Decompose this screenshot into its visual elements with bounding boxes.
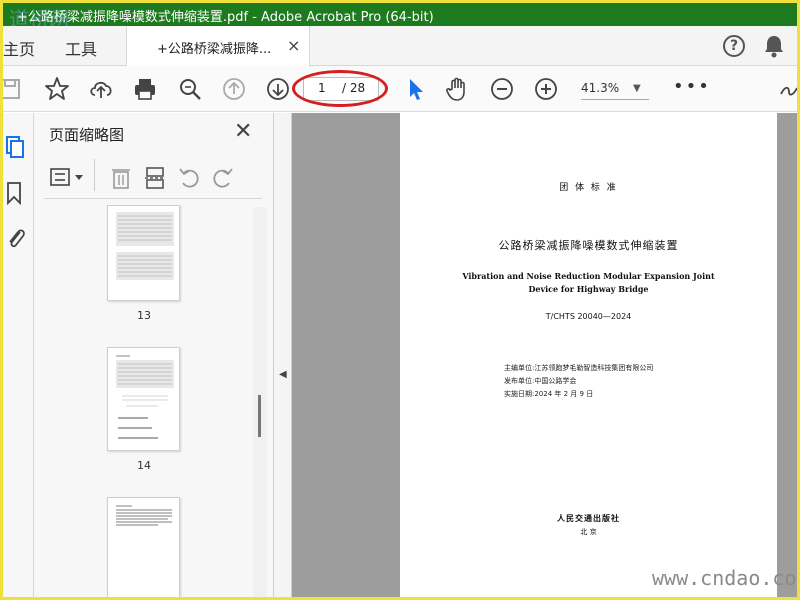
delete-page-icon[interactable] (110, 165, 132, 191)
page-thumbnail-15[interactable] (107, 497, 180, 597)
bell-icon[interactable] (763, 34, 785, 58)
press-name: 人民交通出版社 (557, 514, 620, 523)
sign-icon[interactable] (777, 76, 797, 102)
tab-document-label: +公路桥梁减振降... (157, 42, 272, 57)
star-icon[interactable] (44, 76, 70, 102)
panel-title: 页面缩略图 (49, 126, 125, 144)
nav-rail (3, 113, 34, 597)
publisher-unit: 发布单位:中国公路学会 (504, 377, 577, 385)
app-window: 道桥网 +公路桥梁减振降噪模数式伸缩装置.pdf - Adobe Acrobat… (3, 3, 797, 597)
thumbnail-number: 13 (137, 309, 151, 322)
rotate-left-icon[interactable] (178, 165, 202, 191)
document-view[interactable]: 团 体 标 准 公路桥梁减振降噪模数式伸缩装置 Vibration and No… (292, 113, 797, 597)
zoom-out-icon[interactable] (489, 76, 515, 102)
select-cursor-icon[interactable] (403, 76, 429, 102)
menu-home[interactable]: 主页 (3, 36, 35, 60)
effective-date: 实施日期:2024 年 2 月 9 日 (504, 390, 594, 398)
next-page-edge (777, 113, 797, 597)
zoom-in-icon[interactable] (533, 76, 559, 102)
upload-icon[interactable] (88, 76, 114, 102)
hand-icon[interactable] (444, 76, 470, 102)
save-icon[interactable] (3, 76, 23, 102)
page-down-icon[interactable] (265, 76, 291, 102)
document-title-cn: 公路桥梁减振降噪模数式伸缩装置 (498, 239, 679, 252)
tab-bar: 主页 工具 +公路桥梁减振降... × ? (3, 26, 797, 67)
pdf-page: 团 体 标 准 公路桥梁减振降噪模数式伸缩装置 Vibration and No… (400, 113, 777, 597)
help-icon[interactable]: ? (723, 35, 745, 57)
thumbnail-number: 14 (137, 459, 151, 472)
highlight-ellipse (292, 70, 388, 107)
attachment-icon[interactable] (5, 225, 27, 251)
thumbnail-panel: 页面缩略图 ✕ 13 14 (34, 113, 274, 597)
panel-toolbar (44, 157, 262, 199)
panel-collapse-handle[interactable]: ◀ (274, 113, 292, 597)
more-icon[interactable]: ••• (673, 76, 711, 97)
toolbar: 1 / 28 41.3% ▼ ••• (3, 66, 797, 112)
extract-pages-icon[interactable] (144, 165, 166, 191)
thumbnail-scrollbar-thumb[interactable] (258, 395, 261, 437)
panel-toolbar-divider (94, 159, 95, 191)
tab-close-icon[interactable]: × (287, 36, 300, 55)
document-title-en-line1: Vibration and Noise Reduction Modular Ex… (462, 271, 715, 281)
editor-unit: 主编单位:江苏领跑梦毛勒智造科技集团有限公司 (504, 364, 654, 372)
bookmark-icon[interactable] (6, 181, 24, 205)
print-icon[interactable] (132, 76, 158, 102)
document-title-en-line2: Device for Highway Bridge (528, 284, 649, 294)
page-thumbnail-14[interactable] (107, 347, 180, 451)
title-bar: 道桥网 +公路桥梁减振降噪模数式伸缩装置.pdf - Adobe Acrobat… (3, 3, 797, 31)
standard-code: T/CHTS 20040—2024 (545, 312, 632, 321)
rotate-right-icon[interactable] (210, 165, 234, 191)
site-watermark-bottom: www.cndao.co (652, 566, 797, 590)
tab-document[interactable]: +公路桥梁减振降... × (126, 26, 310, 67)
page-thumbnails-icon[interactable] (5, 133, 25, 159)
page-thumbnail-13[interactable] (107, 205, 180, 301)
menu-tools[interactable]: 工具 (65, 36, 97, 60)
zoom-search-icon[interactable] (177, 76, 203, 102)
collapse-arrow-icon[interactable]: ◀ (279, 369, 287, 380)
window-title: +公路桥梁减振降噪模数式伸缩装置.pdf - Adobe Acrobat Pro… (17, 10, 434, 25)
press-city: 北 京 (580, 528, 597, 536)
panel-close-icon[interactable]: ✕ (234, 119, 252, 144)
thumbnail-list: 13 14 (44, 205, 266, 597)
zoom-dropdown-icon[interactable]: ▼ (633, 83, 641, 94)
options-menu-icon[interactable] (50, 167, 86, 189)
page-up-icon[interactable] (221, 76, 247, 102)
standard-type: 团 体 标 准 (559, 183, 618, 193)
